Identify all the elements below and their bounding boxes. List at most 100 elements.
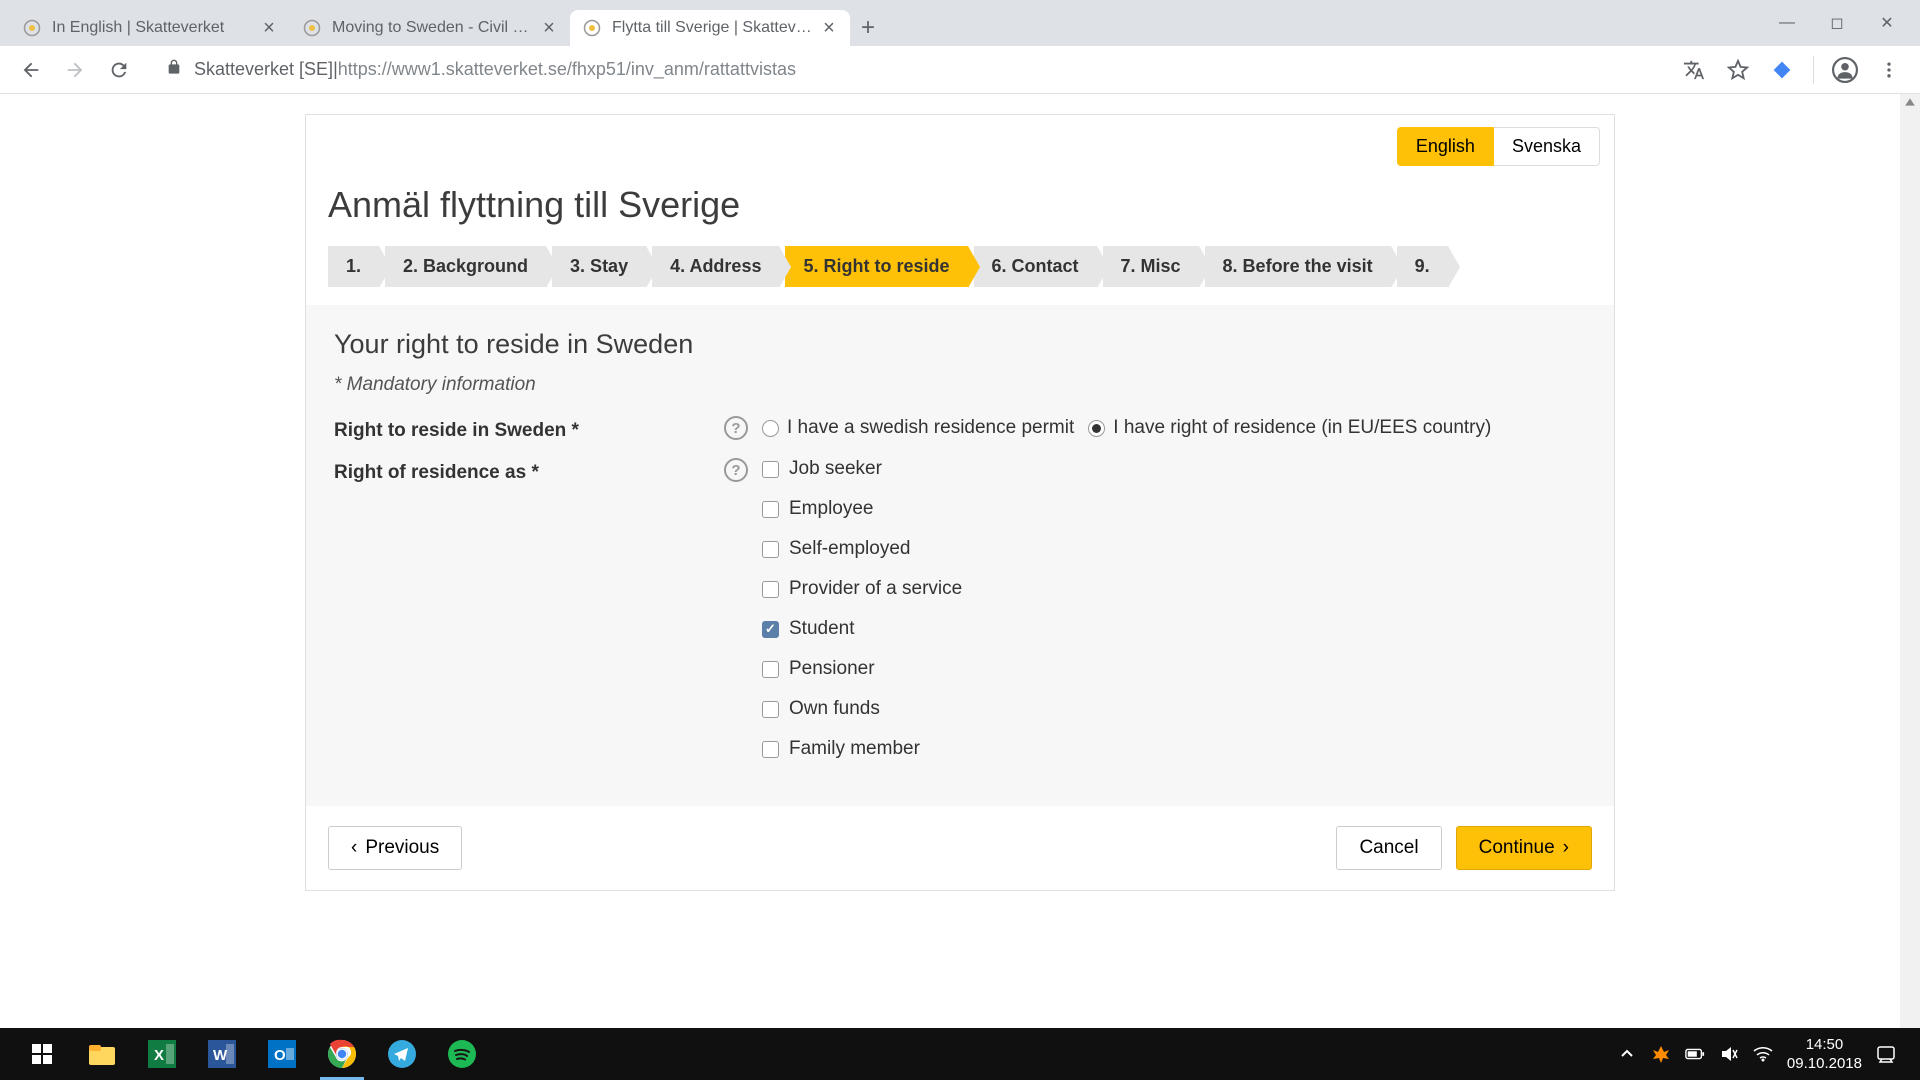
checkbox-job-seeker[interactable]: Job seeker [762, 458, 962, 480]
taskbar-chrome[interactable] [312, 1028, 372, 1080]
step-1[interactable]: 1. [328, 246, 379, 287]
step-3-stay[interactable]: 3. Stay [552, 246, 646, 287]
field-label: Right of residence as * [334, 458, 724, 484]
radio-icon [762, 420, 779, 437]
checkbox-icon [762, 541, 779, 558]
browser-tab-1[interactable]: In English | Skatteverket × [10, 10, 290, 46]
url-path: https://www1.skatteverket.se/fhxp51/inv_… [338, 59, 796, 80]
step-navigation: 1. 2. Background 3. Stay 4. Address 5. R… [306, 246, 1614, 305]
tab-title: In English | Skatteverket [52, 19, 252, 37]
back-button[interactable] [18, 57, 44, 83]
checkbox-student[interactable]: Student [762, 618, 962, 640]
lang-svenska-button[interactable]: Svenska [1494, 127, 1600, 166]
continue-button[interactable]: Continue › [1456, 826, 1592, 870]
form-footer: ‹ Previous Cancel Continue › [306, 806, 1614, 890]
browser-tab-3[interactable]: Flytta till Sverige | Skatteverket × [570, 10, 850, 46]
tab-favicon-icon [22, 18, 42, 38]
profile-icon[interactable] [1832, 57, 1858, 83]
previous-button[interactable]: ‹ Previous [328, 826, 462, 870]
clock[interactable]: 14:50 09.10.2018 [1787, 1035, 1862, 1074]
address-bar[interactable]: Skatteverket [SE] | https://www1.skattev… [150, 52, 1663, 88]
checkbox-list: Job seeker Employee Self-employed P [762, 458, 962, 760]
checkbox-icon [762, 581, 779, 598]
button-label: Continue [1479, 837, 1555, 859]
form-container: English Svenska Anmäl flyttning till Sve… [305, 114, 1615, 891]
close-window-icon[interactable]: ✕ [1878, 14, 1896, 32]
page-viewport: English Svenska Anmäl flyttning till Sve… [0, 94, 1920, 1028]
forward-button[interactable] [62, 57, 88, 83]
cancel-button[interactable]: Cancel [1336, 826, 1441, 870]
volume-icon[interactable] [1719, 1044, 1739, 1064]
field-label: Right to reside in Sweden * [334, 416, 724, 442]
step-2-background[interactable]: 2. Background [385, 246, 546, 287]
wifi-icon[interactable] [1753, 1044, 1773, 1064]
help-icon[interactable]: ? [724, 416, 748, 440]
notifications-icon[interactable] [1876, 1044, 1896, 1064]
taskbar-outlook[interactable]: O [252, 1028, 312, 1080]
scrollbar[interactable] [1900, 94, 1920, 1028]
checkbox-own-funds[interactable]: Own funds [762, 698, 962, 720]
maximize-icon[interactable]: ◻ [1828, 14, 1846, 32]
translate-icon[interactable] [1681, 57, 1707, 83]
taskbar-spotify[interactable] [432, 1028, 492, 1080]
checkbox-employee[interactable]: Employee [762, 498, 962, 520]
checkbox-family-member[interactable]: Family member [762, 738, 962, 760]
step-4-address[interactable]: 4. Address [652, 246, 779, 287]
browser-toolbar: Skatteverket [SE] | https://www1.skattev… [0, 46, 1920, 94]
tray-app-icon[interactable] [1651, 1044, 1671, 1064]
minimize-icon[interactable]: — [1778, 14, 1796, 32]
clock-time: 14:50 [1787, 1035, 1862, 1055]
browser-tabs: In English | Skatteverket × Moving to Sw… [0, 0, 1920, 46]
checkbox-label: Employee [789, 498, 874, 520]
radio-eu-residence[interactable]: I have right of residence (in EU/EES cou… [1088, 417, 1491, 439]
checkbox-provider-service[interactable]: Provider of a service [762, 578, 962, 600]
browser-tab-2[interactable]: Moving to Sweden - Civil registra × [290, 10, 570, 46]
step-9[interactable]: 9. [1397, 246, 1448, 287]
help-icon[interactable]: ? [724, 458, 748, 482]
taskbar-telegram[interactable] [372, 1028, 432, 1080]
battery-icon[interactable] [1685, 1044, 1705, 1064]
radio-label: I have right of residence (in EU/EES cou… [1113, 417, 1491, 439]
close-icon[interactable]: × [260, 19, 278, 37]
tab-favicon-icon [582, 18, 602, 38]
lock-icon [166, 59, 182, 80]
lang-english-button[interactable]: English [1397, 127, 1494, 166]
checkbox-icon [762, 501, 779, 518]
checkbox-icon [762, 461, 779, 478]
checkbox-pensioner[interactable]: Pensioner [762, 658, 962, 680]
close-icon[interactable]: × [540, 19, 558, 37]
checkbox-label: Student [789, 618, 855, 640]
toolbar-icons [1681, 56, 1902, 84]
tab-favicon-icon [302, 18, 322, 38]
checkbox-icon [762, 741, 779, 758]
step-6-contact[interactable]: 6. Contact [974, 246, 1097, 287]
tab-title: Flytta till Sverige | Skatteverket [612, 19, 812, 37]
mandatory-note: * Mandatory information [334, 374, 1586, 396]
bookmark-icon[interactable] [1725, 57, 1751, 83]
checkbox-self-employed[interactable]: Self-employed [762, 538, 962, 560]
step-8-before-visit[interactable]: 8. Before the visit [1205, 246, 1391, 287]
section-title: Your right to reside in Sweden [334, 329, 1586, 360]
new-tab-button[interactable]: + [850, 10, 886, 46]
start-button[interactable] [12, 1028, 72, 1080]
tab-title: Moving to Sweden - Civil registra [332, 19, 532, 37]
taskbar-file-explorer[interactable] [72, 1028, 132, 1080]
button-label: Previous [365, 837, 439, 859]
separator [1813, 56, 1814, 84]
window-controls: — ◻ ✕ [1754, 0, 1920, 46]
tray-chevron-icon[interactable] [1617, 1044, 1637, 1064]
radio-swedish-permit[interactable]: I have a swedish residence permit [762, 417, 1074, 439]
taskbar-excel[interactable]: X [132, 1028, 192, 1080]
menu-icon[interactable] [1876, 57, 1902, 83]
extension-icon[interactable] [1769, 57, 1795, 83]
form-section: Your right to reside in Sweden * Mandato… [306, 305, 1614, 806]
field-right-to-reside: Right to reside in Sweden * ? I have a s… [334, 416, 1586, 442]
step-7-misc[interactable]: 7. Misc [1103, 246, 1199, 287]
reload-button[interactable] [106, 57, 132, 83]
checkbox-icon [762, 661, 779, 678]
close-icon[interactable]: × [820, 19, 838, 37]
page-title: Anmäl flyttning till Sverige [306, 174, 1614, 246]
taskbar-word[interactable]: W [192, 1028, 252, 1080]
step-5-right-to-reside[interactable]: 5. Right to reside [785, 246, 967, 287]
windows-taskbar: X W O 14:50 09.10.2018 [0, 1028, 1920, 1080]
